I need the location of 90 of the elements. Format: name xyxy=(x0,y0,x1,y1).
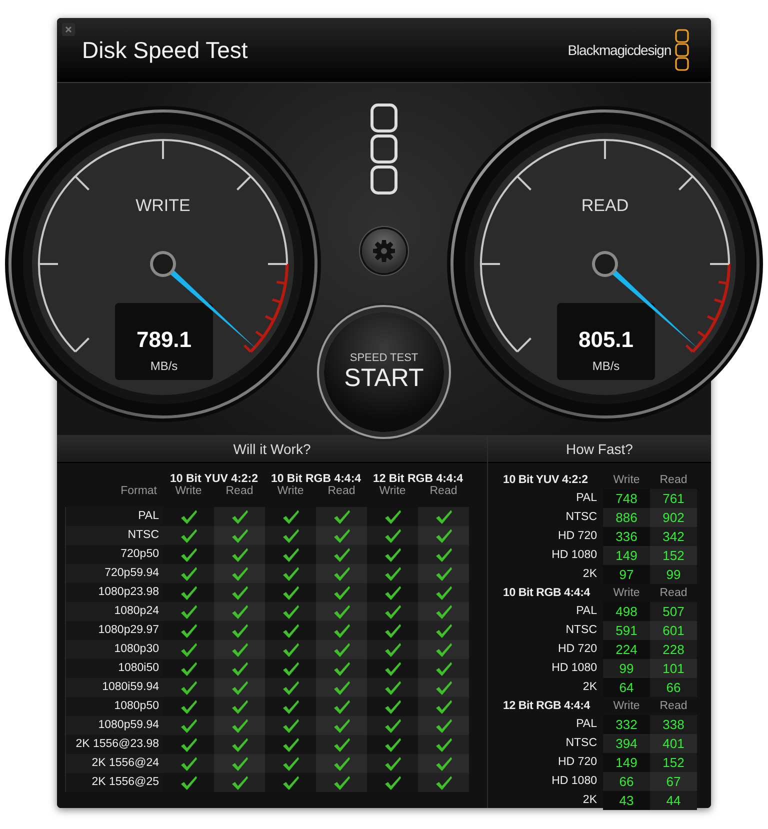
format-label: NTSC xyxy=(564,736,597,751)
close-icon xyxy=(65,26,72,33)
gauge-label: WRITE xyxy=(136,196,190,215)
logo-icon xyxy=(675,28,689,72)
speed-cell: 152 xyxy=(650,546,697,565)
speed-cell: 338 xyxy=(650,715,697,734)
logo-icon xyxy=(370,103,398,195)
needle-hub xyxy=(150,251,176,277)
column-heading: Write xyxy=(612,473,641,488)
panel-title: How Fast? xyxy=(566,440,633,456)
speed-cell: 224 xyxy=(603,640,650,659)
format-label: HD 1080 xyxy=(550,774,597,789)
speed-cell: 902 xyxy=(650,508,697,527)
format-cell: 1080i59.94 xyxy=(65,678,163,697)
group-heading: 10 Bit RGB 4:4:4 xyxy=(503,586,592,601)
column-heading: Write xyxy=(612,699,641,714)
speed-cell: 97 xyxy=(603,565,650,584)
format-cell: 1080p24 xyxy=(65,602,163,621)
speed-cell: 64 xyxy=(603,678,650,697)
column-group-heading: 10 Bit YUV 4:2:2 xyxy=(169,473,259,485)
column-heading: Read xyxy=(428,485,458,499)
column-heading: Write xyxy=(174,485,203,499)
speed-cell: 67 xyxy=(650,772,697,791)
format-label: HD 1080 xyxy=(550,548,597,563)
column-heading: Format xyxy=(120,485,158,499)
window-title: Disk Speed Test xyxy=(82,36,249,64)
group-heading: 12 Bit RGB 4:4:4 xyxy=(503,699,592,714)
speed-cell: 394 xyxy=(603,734,650,753)
format-label: HD 720 xyxy=(557,529,597,544)
format-label: 2K xyxy=(582,567,597,582)
start-button[interactable]: SPEED TEST START xyxy=(324,312,444,432)
speed-cell: 149 xyxy=(603,753,650,772)
speed-cell: 66 xyxy=(650,678,697,697)
speed-cell: 99 xyxy=(603,659,650,678)
speed-value: 805.1 xyxy=(578,327,634,352)
column-heading: Read xyxy=(658,699,688,714)
speed-cell: 761 xyxy=(650,489,697,508)
format-label: PAL xyxy=(575,717,597,732)
speed-cell: 228 xyxy=(650,640,697,659)
format-label: NTSC xyxy=(564,510,597,525)
group-heading: 10 Bit YUV 4:2:2 xyxy=(503,473,589,488)
speed-cell: 748 xyxy=(603,489,650,508)
speed-cell: 101 xyxy=(650,659,697,678)
format-label: HD 720 xyxy=(557,642,597,657)
speed-cell: 332 xyxy=(603,715,650,734)
brand-name: Blackmagicdesign xyxy=(568,42,671,58)
format-label: NTSC xyxy=(564,623,597,638)
column-heading: Write xyxy=(276,485,305,499)
gear-icon xyxy=(372,239,396,263)
speed-cell: 43 xyxy=(603,791,650,810)
panel-title: Will it Work? xyxy=(233,440,311,456)
speed-cell: 401 xyxy=(650,734,697,753)
format-label: HD 720 xyxy=(557,755,597,770)
speed-unit: MB/s xyxy=(592,359,620,373)
speed-cell: 152 xyxy=(650,753,697,772)
column-heading: Write xyxy=(378,485,407,499)
speed-cell: 886 xyxy=(603,508,650,527)
speed-cell: 336 xyxy=(603,527,650,546)
needle-hub xyxy=(592,251,618,277)
settings-button[interactable] xyxy=(362,229,406,273)
column-heading: Read xyxy=(224,485,254,499)
speed-cell: 149 xyxy=(603,546,650,565)
format-label: PAL xyxy=(575,491,597,506)
format-label: HD 1080 xyxy=(550,661,597,676)
close-button[interactable] xyxy=(62,23,75,36)
format-label: 2K xyxy=(582,680,597,695)
column-group-heading: 10 Bit RGB 4:4:4 xyxy=(270,473,362,485)
format-cell: 1080p30 xyxy=(65,640,163,659)
speed-cell: 591 xyxy=(603,621,650,640)
speed-cell: 66 xyxy=(603,772,650,791)
speed-cell: 44 xyxy=(650,791,697,810)
format-cell: 720p59.94 xyxy=(65,564,163,583)
speed-value: 789.1 xyxy=(136,327,192,352)
format-cell: NTSC xyxy=(65,526,163,545)
column-heading: Read xyxy=(658,586,688,601)
speed-cell: 498 xyxy=(603,602,650,621)
format-label: PAL xyxy=(575,604,597,619)
speed-unit: MB/s xyxy=(150,359,178,373)
speed-cell: 342 xyxy=(650,527,697,546)
column-heading: Read xyxy=(658,473,688,488)
gauge-label: READ xyxy=(581,196,629,215)
speed-cell: 601 xyxy=(650,621,697,640)
format-cell: 1080p59.94 xyxy=(65,716,163,735)
column-heading: Read xyxy=(326,485,356,499)
column-heading: Write xyxy=(612,586,641,601)
speed-cell: 99 xyxy=(650,565,697,584)
speed-cell: 507 xyxy=(650,602,697,621)
format-label: 2K xyxy=(582,793,597,808)
column-group-heading: 12 Bit RGB 4:4:4 xyxy=(372,473,464,485)
format-cell: 2K 1556@24 xyxy=(65,754,163,773)
